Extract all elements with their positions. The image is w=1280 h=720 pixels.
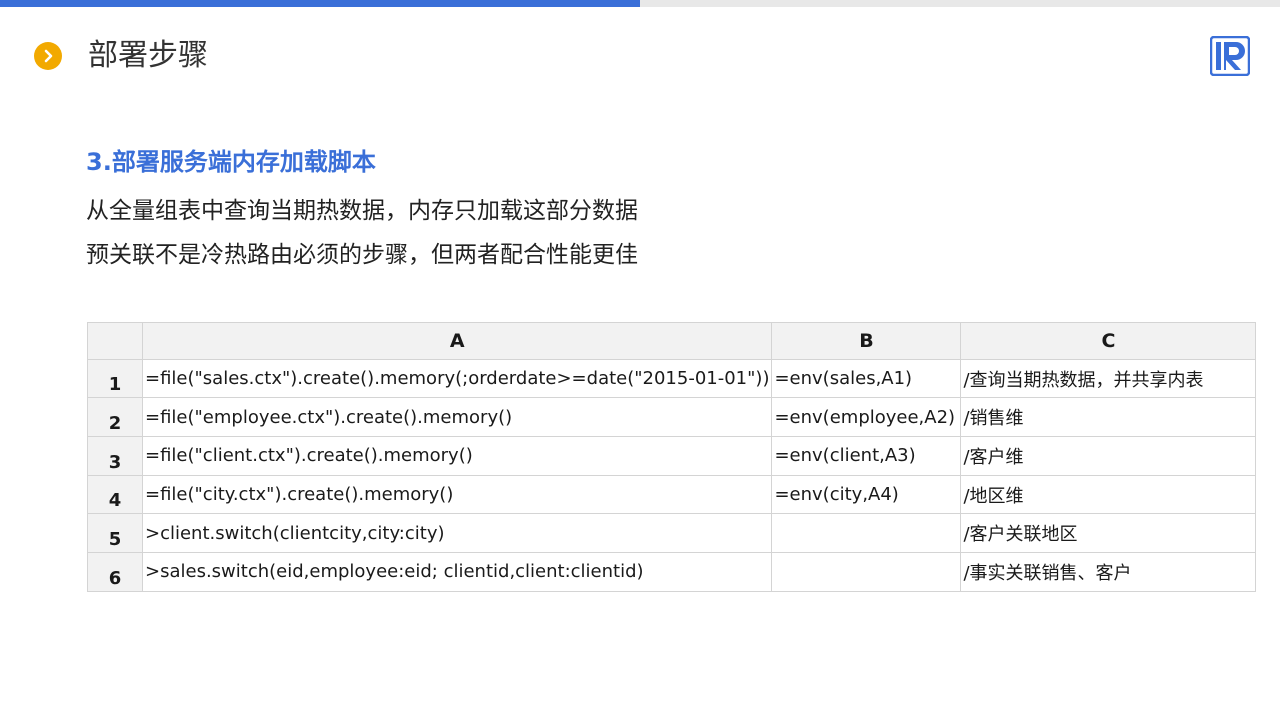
- column-header-row: A B C: [87, 322, 1257, 360]
- section-title: 3.部署服务端内存加载脚本: [86, 148, 376, 176]
- column-header-c[interactable]: C: [960, 322, 1257, 360]
- cell-c5[interactable]: /客户关联地区: [960, 513, 1257, 554]
- top-progress-bar: [0, 0, 1280, 7]
- cell-a3[interactable]: =file("client.ctx").create().memory(): [141, 436, 773, 476]
- top-progress-fill: [0, 0, 640, 7]
- cell-c2[interactable]: /销售维: [960, 397, 1257, 438]
- cell-a4[interactable]: =file("city.ctx").create().memory(): [141, 474, 773, 515]
- cell-c1[interactable]: /查询当期热数据，并共享内表: [960, 358, 1257, 399]
- row-header[interactable]: 1: [87, 358, 143, 399]
- row-header[interactable]: 2: [87, 397, 143, 438]
- cell-a6[interactable]: >sales.switch(eid,employee:eid; clientid…: [141, 552, 773, 592]
- cell-b1[interactable]: =env(sales,A1): [771, 358, 962, 399]
- table-row: 6 >sales.switch(eid,employee:eid; client…: [87, 552, 1257, 592]
- column-header-a[interactable]: A: [141, 322, 773, 360]
- table-row: 2 =file("employee.ctx").create().memory(…: [87, 397, 1257, 438]
- script-grid: A B C 1 =file("sales.ctx").create().memo…: [87, 322, 1257, 592]
- column-header-b[interactable]: B: [771, 322, 962, 360]
- brand-logo-icon: [1209, 35, 1251, 77]
- row-header[interactable]: 5: [87, 513, 143, 554]
- row-header[interactable]: 4: [87, 474, 143, 515]
- cell-b6[interactable]: [771, 552, 962, 592]
- row-header[interactable]: 3: [87, 436, 143, 476]
- table-row: 4 =file("city.ctx").create().memory() =e…: [87, 474, 1257, 515]
- table-row: 3 =file("client.ctx").create().memory() …: [87, 436, 1257, 476]
- cell-b4[interactable]: =env(city,A4): [771, 474, 962, 515]
- description-line-2: 预关联不是冷热路由必须的步骤，但两者配合性能更佳: [86, 242, 638, 268]
- cell-b3[interactable]: =env(client,A3): [771, 436, 962, 476]
- cell-c3[interactable]: /客户维: [960, 436, 1257, 476]
- row-header[interactable]: 6: [87, 552, 143, 592]
- cell-b2[interactable]: =env(employee,A2): [771, 397, 962, 438]
- cell-c6[interactable]: /事实关联销售、客户: [960, 552, 1257, 592]
- page-title: 部署步骤: [88, 38, 208, 73]
- grid-corner-cell[interactable]: [87, 322, 143, 360]
- cell-a5[interactable]: >client.switch(clientcity,city:city): [141, 513, 773, 554]
- cell-a2[interactable]: =file("employee.ctx").create().memory(): [141, 397, 773, 438]
- chevron-right-icon: [34, 42, 62, 70]
- description-line-1: 从全量组表中查询当期热数据，内存只加载这部分数据: [86, 198, 638, 224]
- table-row: 1 =file("sales.ctx").create().memory(;or…: [87, 358, 1257, 399]
- table-row: 5 >client.switch(clientcity,city:city) /…: [87, 513, 1257, 554]
- cell-b5[interactable]: [771, 513, 962, 554]
- cell-a1[interactable]: =file("sales.ctx").create().memory(;orde…: [141, 358, 773, 399]
- cell-c4[interactable]: /地区维: [960, 474, 1257, 515]
